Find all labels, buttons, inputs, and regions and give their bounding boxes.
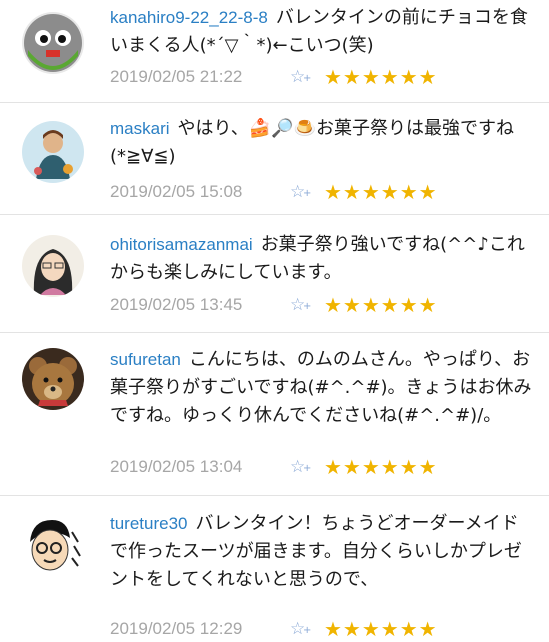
username-link[interactable]: kanahiro9-22_22-8-8 <box>110 8 268 27</box>
avatar[interactable] <box>22 235 84 297</box>
comment-item: kanahiro9-22_22-8-8 バレンタインの前にチョコを食いまくる人(*… <box>0 0 549 103</box>
comment-meta: 2019/02/05 15:08 ☆ + ★★★★★★ <box>110 179 438 205</box>
add-star-button[interactable]: ☆ + <box>290 182 324 202</box>
comment-list: kanahiro9-22_22-8-8 バレンタインの前にチョコを食いまくる人(*… <box>0 0 549 642</box>
avatar[interactable] <box>22 121 84 183</box>
comment-meta: 2019/02/05 13:04 ☆ + ★★★★★★ <box>110 454 438 480</box>
timestamp: 2019/02/05 15:08 <box>110 182 243 201</box>
star-rating: ★★★★★★ <box>324 617 438 641</box>
avatar[interactable] <box>22 348 84 410</box>
comment-body: tureture30 バレンタイン！ちょうどオーダーメイドで作ったスーツが届きます… <box>110 510 535 594</box>
comment-item: tureture30 バレンタイン！ちょうどオーダーメイドで作ったスーツが届きます… <box>0 496 549 642</box>
comment-body: ohitorisamazanmai お菓子祭り強いですね(^^♪これからも楽しみに… <box>110 231 535 287</box>
username-link[interactable]: sufuretan <box>110 350 181 369</box>
star-rating: ★★★★★★ <box>324 293 438 317</box>
add-star-button[interactable]: ☆ + <box>290 295 324 315</box>
comment-body: sufuretan こんにちは、のムのムさん。やっぱり、お菓子祭りがすごいですね(… <box>110 346 535 430</box>
comment-item: ohitorisamazanmai お菓子祭り強いですね(^^♪これからも楽しみに… <box>0 215 549 333</box>
timestamp: 2019/02/05 13:04 <box>110 457 243 476</box>
add-star-button[interactable]: ☆ + <box>290 619 324 639</box>
plus-icon: + <box>303 188 312 199</box>
plus-icon: + <box>303 463 312 474</box>
star-rating: ★★★★★★ <box>324 180 438 204</box>
comment-meta: 2019/02/05 13:45 ☆ + ★★★★★★ <box>110 292 438 318</box>
avatar[interactable] <box>22 512 84 574</box>
plus-icon: + <box>303 73 312 84</box>
timestamp: 2019/02/05 12:29 <box>110 619 243 638</box>
timestamp: 2019/02/05 21:22 <box>110 67 243 86</box>
add-star-button[interactable]: ☆ + <box>290 67 324 87</box>
add-star-button[interactable]: ☆ + <box>290 457 324 477</box>
username-link[interactable]: tureture30 <box>110 514 188 533</box>
star-rating: ★★★★★★ <box>324 65 438 89</box>
comment-item: maskari やはり、🍰🔎🍮お菓子祭りは最強ですね(*≧∀≦) 2019/02/… <box>0 103 549 215</box>
star-rating: ★★★★★★ <box>324 455 438 479</box>
username-link[interactable]: maskari <box>110 119 170 138</box>
comment-body: maskari やはり、🍰🔎🍮お菓子祭りは最強ですね(*≧∀≦) <box>110 115 535 171</box>
comment-meta: 2019/02/05 12:29 ☆ + ★★★★★★ <box>110 616 438 642</box>
plus-icon: + <box>303 301 312 312</box>
timestamp: 2019/02/05 13:45 <box>110 295 243 314</box>
comment-meta: 2019/02/05 21:22 ☆ + ★★★★★★ <box>110 64 438 90</box>
plus-icon: + <box>303 625 312 636</box>
comment-text: やはり、🍰🔎🍮お菓子祭りは最強ですね(*≧∀≦) <box>110 118 515 167</box>
username-link[interactable]: ohitorisamazanmai <box>110 235 253 254</box>
comment-item: sufuretan こんにちは、のムのムさん。やっぱり、お菓子祭りがすごいですね(… <box>0 333 549 496</box>
comment-body: kanahiro9-22_22-8-8 バレンタインの前にチョコを食いまくる人(*… <box>110 4 535 60</box>
avatar[interactable] <box>22 12 84 74</box>
